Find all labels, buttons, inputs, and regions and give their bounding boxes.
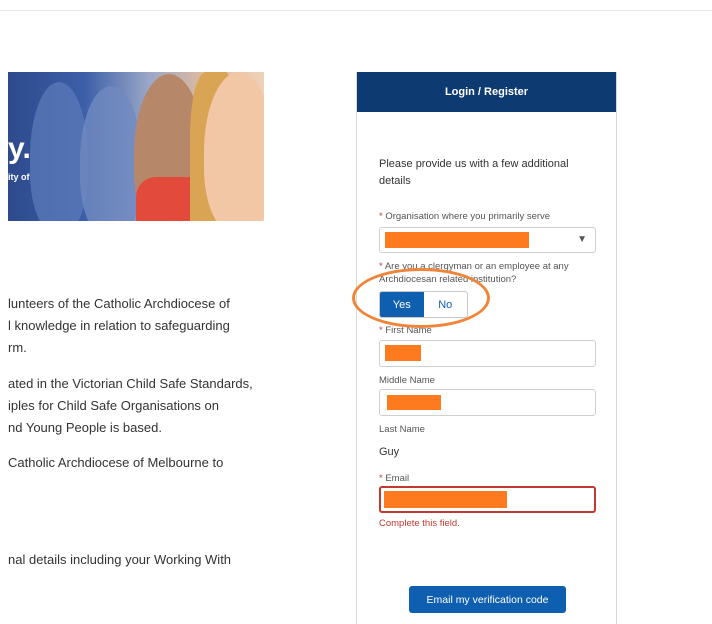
login-register-panel: Login / Register Please provide us with … xyxy=(356,72,617,624)
body-line: ated in the Victorian Child Safe Standar… xyxy=(8,376,253,391)
organisation-label-text: Organisation where you primarily serve xyxy=(385,211,551,222)
body-paragraph: lunteers of the Catholic Archdiocese of … xyxy=(8,293,230,359)
required-marker: * xyxy=(379,211,383,222)
body-paragraph: nal details including your Working With xyxy=(8,549,231,571)
email-input[interactable] xyxy=(379,486,596,513)
intro-text: Please provide us with a few additional … xyxy=(379,158,569,187)
redacted-value xyxy=(385,232,529,248)
email-verification-code-button[interactable]: Email my verification code xyxy=(409,586,566,613)
organisation-label: * Organisation where you primarily serve xyxy=(379,210,599,223)
hero-figure xyxy=(80,86,142,221)
body-line: Catholic Archdiocese of Melbourne to xyxy=(8,455,224,470)
organisation-select[interactable]: ▼ xyxy=(379,227,596,253)
body-line: nd Young People is based. xyxy=(8,420,162,435)
body-line: rm. xyxy=(8,340,27,355)
panel-title: Login / Register xyxy=(357,72,616,112)
required-marker: * xyxy=(379,261,383,272)
required-marker: * xyxy=(379,473,383,484)
email-label-text: Email xyxy=(385,473,410,484)
last-name-label: Last Name xyxy=(379,424,425,435)
body-line: lunteers of the Catholic Archdiocese of xyxy=(8,296,230,311)
chevron-down-icon: ▼ xyxy=(577,234,587,245)
first-name-input[interactable] xyxy=(379,340,596,367)
redacted-value xyxy=(384,491,507,508)
email-label: * Email xyxy=(379,472,599,485)
body-line: nal details including your Working With xyxy=(8,552,232,567)
redacted-value xyxy=(385,345,421,361)
hero-image: y. ity of xyxy=(8,72,264,221)
top-divider xyxy=(0,10,712,11)
body-line: iples for Child Safe Organisations on xyxy=(8,398,220,413)
hero-tagline: y. xyxy=(8,132,31,165)
middle-name-label: Middle Name xyxy=(379,375,435,386)
middle-name-input[interactable] xyxy=(379,389,596,416)
highlight-annotation-ring xyxy=(352,268,490,328)
last-name-value[interactable]: Guy xyxy=(379,446,399,458)
body-paragraph: ated in the Victorian Child Safe Standar… xyxy=(8,373,253,439)
email-error-message: Complete this field. xyxy=(379,518,460,529)
body-paragraph: Catholic Archdiocese of Melbourne to xyxy=(8,452,223,474)
required-marker: * xyxy=(379,325,383,336)
hero-tagline-sub: ity of xyxy=(8,172,30,182)
body-line: l knowledge in relation to safeguarding xyxy=(8,318,230,333)
redacted-value xyxy=(387,395,441,410)
